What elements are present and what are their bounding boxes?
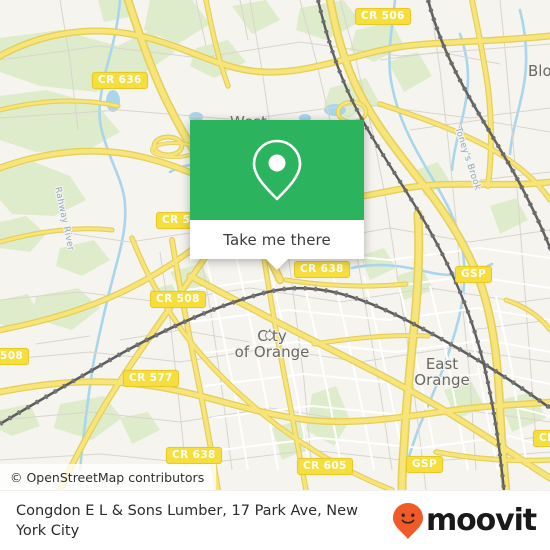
shield-cr-605: CR 605 — [297, 458, 353, 475]
shield-cr-508: CR 508 — [150, 291, 206, 308]
shield-gsp-lower: GSP — [406, 456, 444, 473]
shield-cr-638-upper: CR 638 — [294, 261, 350, 278]
popup-card-action[interactable]: Take me there — [190, 220, 364, 259]
osm-attribution[interactable]: © OpenStreetMap contributors — [0, 464, 217, 490]
osm-attribution-text: © OpenStreetMap contributors — [10, 469, 205, 485]
moovit-logo[interactable]: moovit — [392, 502, 537, 540]
shield-cr-506: CR 506 — [355, 8, 411, 25]
map-canvas[interactable]: City of Orange East Orange Blo West Rahw… — [0, 0, 550, 490]
map-screenshot: City of Orange East Orange Blo West Rahw… — [0, 0, 550, 550]
popup-card-pointer — [266, 259, 288, 270]
location-popup-card[interactable]: Take me there — [190, 120, 364, 270]
footer-bar: Congdon E L & Sons Lumber, 17 Park Ave, … — [0, 490, 550, 550]
city-marker-city-of-orange — [265, 331, 274, 340]
shield-508-edge: 508 — [0, 348, 30, 365]
location-pin-icon — [252, 139, 302, 201]
shield-cr-edge: CR — [533, 430, 550, 447]
shield-cr-577: CR 577 — [123, 370, 179, 387]
popup-card-header — [190, 120, 364, 220]
shield-cr-638-lower: CR 638 — [166, 447, 222, 464]
location-title: Congdon E L & Sons Lumber, 17 Park Ave, … — [16, 502, 358, 539]
shield-gsp-upper: GSP — [455, 266, 493, 283]
shield-cr-636: CR 636 — [92, 72, 148, 89]
moovit-smiley-pin-icon — [392, 502, 423, 539]
moovit-wordmark: moovit — [425, 502, 537, 538]
take-me-there-label: Take me there — [223, 230, 331, 249]
